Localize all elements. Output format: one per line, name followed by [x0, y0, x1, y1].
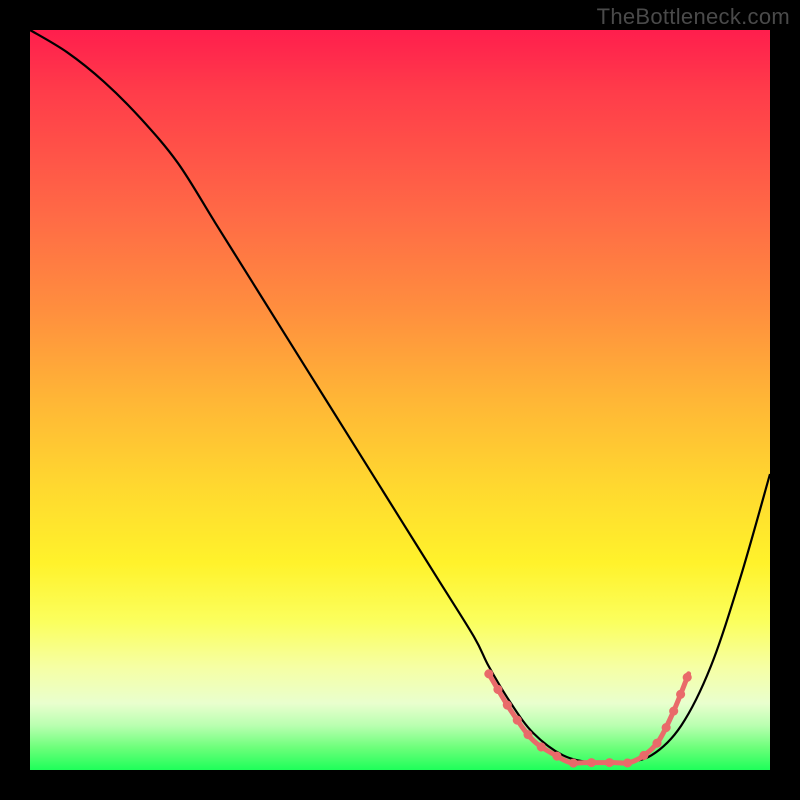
chart-svg	[30, 30, 770, 770]
plot-area	[30, 30, 770, 770]
bottleneck-curve	[30, 30, 770, 764]
chart-frame: TheBottleneck.com	[0, 0, 800, 800]
watermark-text: TheBottleneck.com	[597, 4, 790, 30]
